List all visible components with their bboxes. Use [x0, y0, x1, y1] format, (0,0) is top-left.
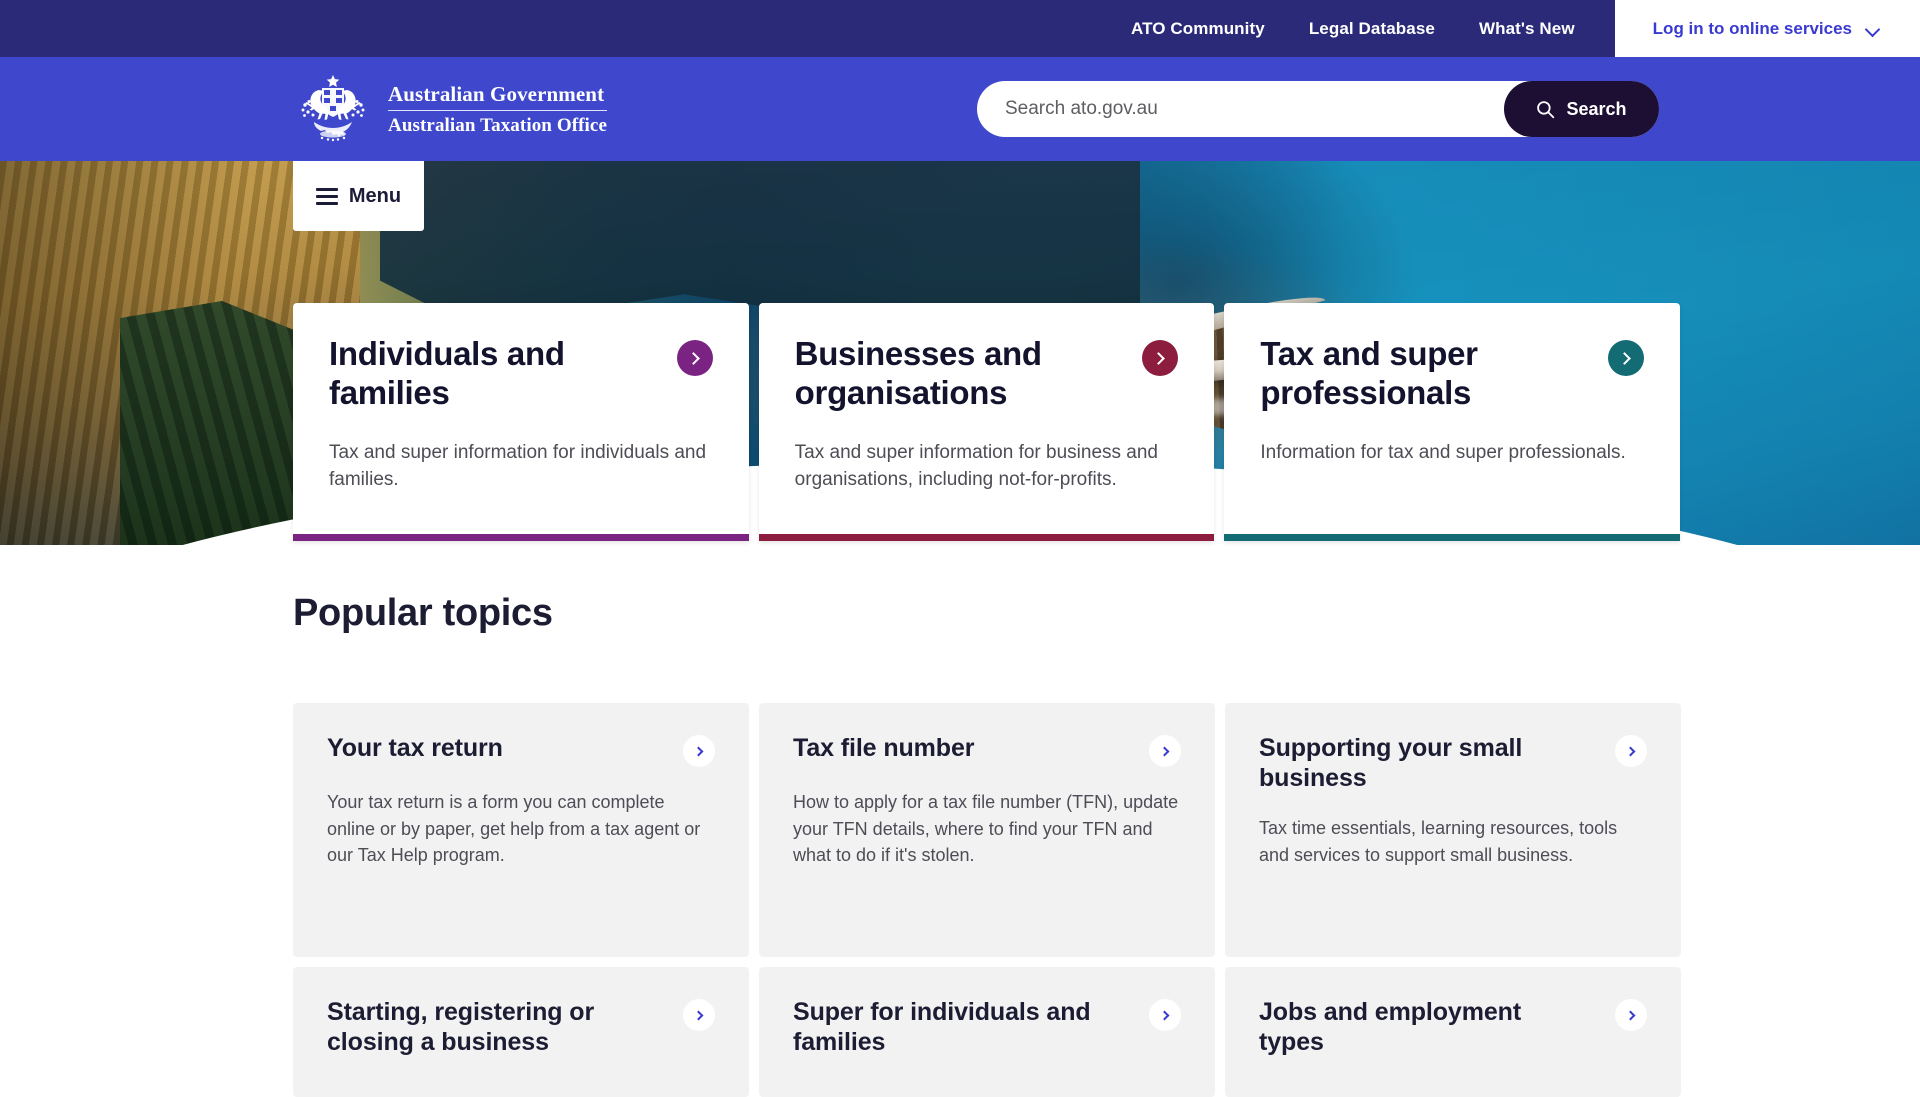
hero-card-header: Tax and super professionals — [1260, 335, 1645, 413]
popular-topics-grid: Your tax return Your tax return is a for… — [293, 703, 1681, 1097]
site-masthead: Australian Government Australian Taxatio… — [0, 57, 1920, 161]
topic-card-header: Supporting your small business — [1259, 733, 1647, 793]
topic-card-supporting-your-small-business[interactable]: Supporting your small business Tax time … — [1225, 703, 1681, 957]
utility-link-legal-database[interactable]: Legal Database — [1309, 19, 1435, 39]
site-search: Search — [977, 81, 1659, 137]
topic-card-description: Your tax return is a form you can comple… — [327, 792, 701, 866]
chevron-down-icon — [1866, 24, 1880, 33]
topic-card-description: How to apply for a tax file number (TFN)… — [793, 792, 1179, 866]
chevron-right-icon[interactable] — [1608, 340, 1645, 376]
utility-nav-links: ATO Community Legal Database What's New — [1131, 0, 1615, 57]
hero-bottom-mask — [0, 545, 1920, 581]
topic-card-title: Super for individuals and families — [793, 998, 1091, 1056]
hero-card-description: Tax and super information for business a… — [794, 441, 1158, 491]
hero-card-header: Businesses and organisations — [795, 335, 1179, 413]
topic-card-title: Your tax return — [327, 734, 503, 762]
topic-card-title: Jobs and employment types — [1259, 998, 1522, 1056]
hero-audience-cards: Individuals and families Tax and super i… — [293, 303, 1681, 541]
login-to-online-services-button[interactable]: Log in to online services — [1614, 0, 1920, 57]
chevron-right-icon[interactable] — [683, 735, 715, 767]
hero-card-header: Individuals and families — [329, 335, 713, 413]
hero-card-title: Businesses and organisations — [794, 335, 1042, 411]
topic-card-header: Jobs and employment types — [1259, 997, 1647, 1057]
topic-card-header: Starting, registering or closing a busin… — [327, 997, 715, 1057]
brand-line-government: Australian Government — [388, 81, 605, 106]
hero-card-title: Tax and super professionals — [1260, 335, 1478, 411]
topic-card-description: Tax time essentials, learning resources,… — [1259, 818, 1618, 865]
menu-button[interactable]: Menu — [293, 161, 424, 231]
chevron-right-icon[interactable] — [1142, 340, 1179, 376]
topic-card-title: Supporting your small business — [1259, 734, 1523, 792]
chevron-right-icon[interactable] — [1149, 735, 1181, 767]
topic-card-your-tax-return[interactable]: Your tax return Your tax return is a for… — [293, 703, 749, 957]
australian-coat-of-arms-icon — [301, 75, 365, 142]
hamburger-icon — [315, 187, 338, 205]
hero-card-businesses-and-organisations[interactable]: Businesses and organisations Tax and sup… — [758, 303, 1215, 541]
topic-card-starting-registering-or-closing-a-business[interactable]: Starting, registering or closing a busin… — [293, 967, 749, 1097]
search-button[interactable]: Search — [1504, 81, 1659, 137]
menu-button-label: Menu — [348, 184, 402, 207]
popular-topics-heading: Popular topics — [293, 592, 553, 634]
utility-link-whats-new[interactable]: What's New — [1479, 19, 1575, 39]
topic-card-super-for-individuals-and-families[interactable]: Super for individuals and families — [759, 967, 1215, 1097]
brand-divider — [388, 109, 608, 111]
hero-card-title: Individuals and families — [329, 335, 565, 411]
search-button-label: Search — [1566, 98, 1627, 119]
topic-card-header: Your tax return — [327, 733, 715, 767]
chevron-right-icon[interactable] — [1615, 735, 1647, 767]
hero-card-tax-and-super-professionals[interactable]: Tax and super professionals Information … — [1224, 303, 1681, 541]
brand-wordmark: Australian Government Australian Taxatio… — [388, 81, 608, 138]
topic-card-title: Starting, registering or closing a busin… — [327, 998, 595, 1056]
topic-card-title: Tax file number — [793, 734, 975, 762]
site-logo[interactable]: Australian Government Australian Taxatio… — [292, 72, 608, 146]
topic-card-header: Tax file number — [793, 733, 1181, 767]
chevron-right-icon[interactable] — [683, 999, 715, 1031]
chevron-right-icon[interactable] — [676, 340, 713, 376]
search-input[interactable] — [977, 81, 1504, 137]
utility-link-ato-community[interactable]: ATO Community — [1131, 19, 1265, 39]
topic-card-header: Super for individuals and families — [793, 997, 1181, 1057]
hero-card-description: Tax and super information for individual… — [329, 441, 707, 491]
hero-card-individuals-and-families[interactable]: Individuals and families Tax and super i… — [293, 303, 749, 541]
search-icon — [1537, 100, 1555, 118]
login-button-label: Log in to online services — [1652, 18, 1852, 38]
chevron-right-icon[interactable] — [1149, 999, 1181, 1031]
brand-line-ato: Australian Taxation Office — [388, 114, 608, 136]
topic-card-jobs-and-employment-types[interactable]: Jobs and employment types — [1225, 967, 1681, 1097]
chevron-right-icon[interactable] — [1615, 999, 1647, 1031]
hero-card-description: Information for tax and super profession… — [1260, 441, 1626, 463]
utility-nav-bar: ATO Community Legal Database What's New … — [0, 0, 1920, 57]
topic-card-tax-file-number[interactable]: Tax file number How to apply for a tax f… — [759, 703, 1215, 957]
